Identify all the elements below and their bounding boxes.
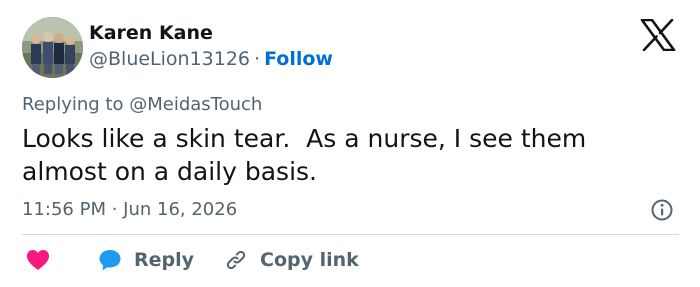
- link-icon: [224, 248, 248, 272]
- avatar[interactable]: [22, 17, 83, 78]
- author-name[interactable]: Karen Kane: [89, 22, 213, 44]
- speech-bubble-icon: [98, 248, 122, 272]
- like-button[interactable]: [26, 249, 50, 271]
- handle-separator: ·: [254, 48, 261, 70]
- tweet-timestamp[interactable]: 11:56 PM · Jun 16, 2026: [22, 199, 237, 220]
- reply-label: Reply: [134, 249, 195, 271]
- author-handle-row: @BlueLion13126 · Follow: [89, 48, 333, 70]
- copy-link-button[interactable]: Copy link: [224, 248, 359, 272]
- reply-context: Replying to @MeidasTouch: [22, 94, 262, 115]
- reply-button[interactable]: Reply: [98, 248, 194, 272]
- tweet-text: Looks like a skin tear. As a nurse, I se…: [22, 124, 587, 186]
- x-logo-icon[interactable]: [640, 18, 676, 52]
- author-handle[interactable]: @BlueLion13126: [89, 48, 250, 70]
- action-bar: Reply Copy link: [22, 246, 359, 274]
- group-photo-avatar-image: [22, 17, 83, 78]
- tweet-card: Karen Kane @BlueLion13126 · Follow Replyin…: [0, 0, 700, 287]
- reply-context-prefix: Replying to: [22, 94, 124, 115]
- reply-context-mention[interactable]: @MeidasTouch: [129, 94, 262, 115]
- copy-link-label: Copy link: [260, 249, 359, 271]
- follow-button[interactable]: Follow: [264, 48, 333, 70]
- info-icon[interactable]: [650, 198, 674, 222]
- heart-icon: [26, 249, 50, 271]
- divider: [22, 234, 679, 235]
